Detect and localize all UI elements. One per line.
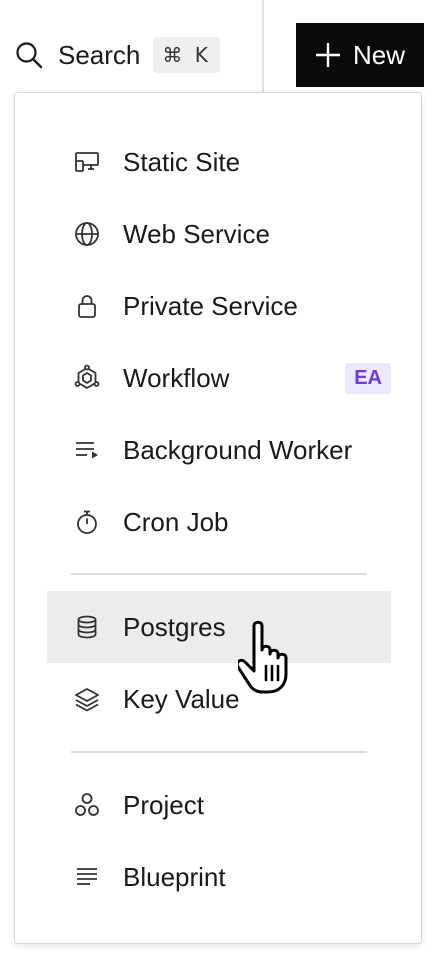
database-icon (73, 613, 101, 641)
menu-item-label: Private Service (123, 290, 298, 321)
menu-item-label: Static Site (123, 146, 241, 177)
header-divider (262, 0, 264, 92)
static-site-icon (73, 148, 101, 176)
menu-item-label: Background Worker (123, 434, 353, 465)
menu-item-workflow[interactable]: Workflow EA (47, 342, 391, 414)
menu-item-label: Blueprint (123, 861, 226, 892)
lock-icon (73, 292, 101, 320)
plus-icon (315, 42, 341, 68)
menu-item-project[interactable]: Project (47, 769, 391, 841)
menu-item-label: Project (123, 789, 204, 820)
list-arrow-icon (73, 436, 101, 464)
workflow-icon (73, 364, 101, 392)
stopwatch-icon (73, 508, 101, 536)
menu-item-cron-job[interactable]: Cron Job (47, 486, 391, 558)
menu-divider (71, 573, 367, 575)
search-button[interactable]: Search ⌘ K (14, 34, 220, 76)
menu-item-label: Workflow (123, 362, 230, 393)
new-button-label: New (352, 39, 405, 70)
layers-icon (73, 685, 101, 713)
new-dropdown-menu: Static Site Web Service Private Service (14, 92, 422, 944)
menu-item-key-value[interactable]: Key Value (47, 663, 391, 735)
new-button[interactable]: New (296, 23, 424, 87)
early-access-badge: EA (345, 363, 391, 394)
blueprint-icon (73, 863, 101, 891)
search-icon (14, 40, 44, 70)
menu-item-background-worker[interactable]: Background Worker (47, 414, 391, 486)
globe-icon (73, 220, 101, 248)
menu-item-label: Postgres (123, 611, 226, 642)
menu-item-postgres[interactable]: Postgres (47, 591, 391, 663)
search-shortcut-badge: ⌘ K (153, 37, 220, 73)
menu-item-label: Cron Job (123, 506, 229, 537)
menu-divider (71, 751, 367, 753)
menu-item-web-service[interactable]: Web Service (47, 198, 391, 270)
project-icon (73, 791, 101, 819)
menu-item-label: Key Value (123, 683, 240, 714)
menu-item-label: Web Service (123, 218, 270, 249)
menu-item-blueprint[interactable]: Blueprint (47, 841, 391, 913)
menu-item-static-site[interactable]: Static Site (47, 126, 391, 198)
search-label: Search (58, 39, 141, 70)
menu-item-private-service[interactable]: Private Service (47, 270, 391, 342)
